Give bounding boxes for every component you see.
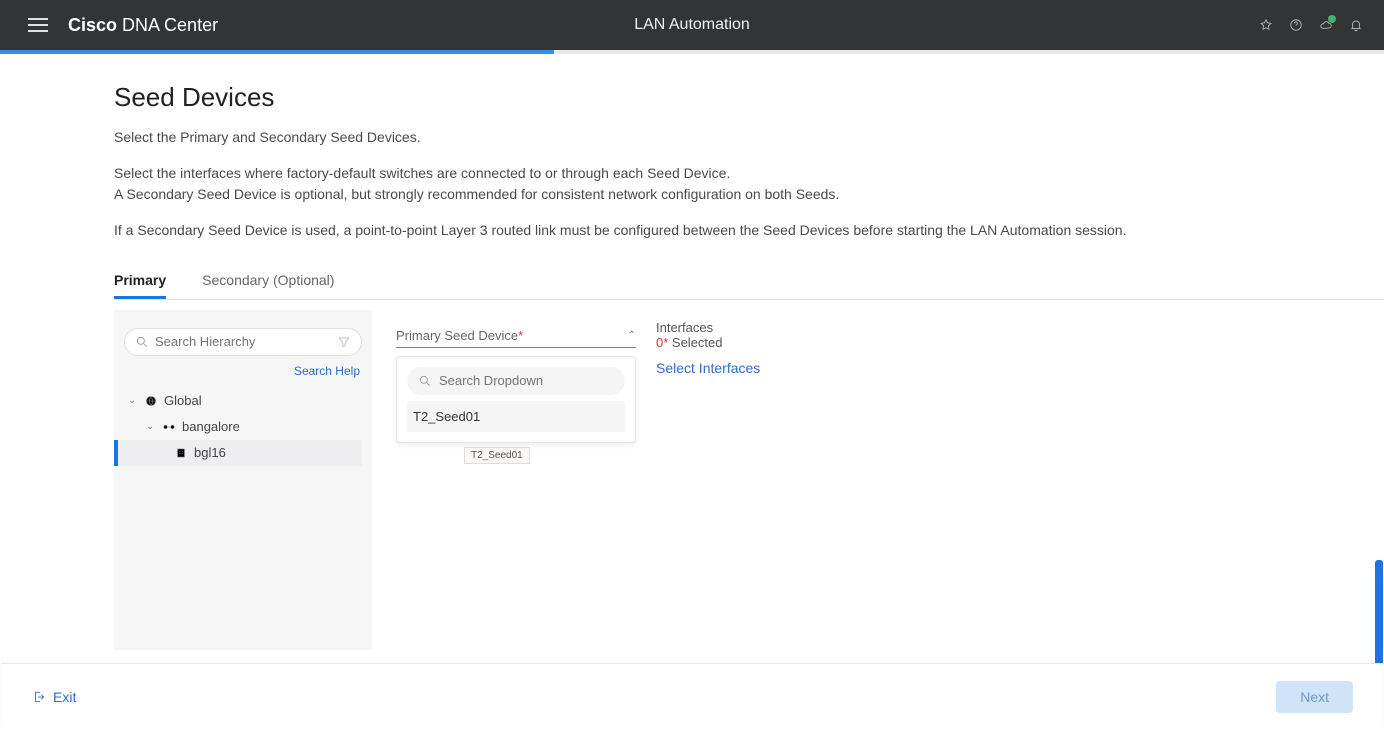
hierarchy-panel: Search Help ⌄ Global ⌄ bangalore [114,310,372,650]
hierarchy-search-input[interactable] [155,334,331,349]
scroll-indicator[interactable] [1375,560,1383,668]
exit-button[interactable]: Exit [31,689,76,705]
interfaces-count-suffix: Selected [668,335,722,350]
brand: Cisco DNA Center [68,15,218,36]
hierarchy-tree: ⌄ Global ⌄ bangalore [124,388,362,466]
tree-label: bgl16 [194,445,226,460]
chevron-down-icon: ⌄ [146,421,158,432]
dropdown-underline [396,347,636,348]
star-icon[interactable] [1258,17,1274,33]
dropdown-option-t2seed01[interactable]: T2_Seed01 [407,401,625,432]
page-heading: Seed Devices [114,82,1384,113]
tab-secondary[interactable]: Secondary (Optional) [202,264,334,299]
search-icon [417,373,433,389]
tree-label: Global [164,393,202,408]
footer: Exit Next [1,663,1383,729]
dropdown-label: Primary Seed Device [396,328,518,343]
brand-bold: Cisco [68,15,117,35]
seed-device-dropdown-panel: T2_Seed01 [396,356,636,443]
site-icon [162,420,176,434]
help-icon[interactable] [1288,17,1304,33]
interfaces-title: Interfaces [656,320,760,335]
exit-label: Exit [53,689,76,705]
main-content: Seed Devices Select the Primary and Seco… [0,54,1384,663]
filter-icon[interactable] [337,334,351,350]
next-button[interactable]: Next [1276,681,1353,713]
interfaces-count: 0* Selected [656,335,760,350]
brand-rest: DNA Center [117,15,218,35]
seed-device-dropdown-trigger[interactable]: Primary Seed Device* ⌃ [396,328,636,347]
globe-icon [144,394,158,408]
page-title: LAN Automation [634,16,750,34]
exit-icon [31,689,47,705]
dropdown-search-input[interactable] [439,373,615,388]
app-header: Cisco DNA Center LAN Automation [0,0,1384,50]
search-icon [135,334,149,350]
tree-node-bgl16[interactable]: bgl16 [114,440,362,466]
interfaces-column: Interfaces 0* Selected Select Interfaces [656,310,760,650]
required-mark: * [518,328,523,343]
header-icons [1258,17,1364,33]
tab-primary[interactable]: Primary [114,264,166,299]
building-icon [174,446,188,460]
dropdown-search[interactable] [407,367,625,395]
work-area: Search Help ⌄ Global ⌄ bangalore [114,310,1384,650]
chevron-down-icon: ⌄ [128,395,140,406]
tree-node-global[interactable]: ⌄ Global [124,388,362,414]
chevron-up-icon: ⌃ [628,330,636,341]
hierarchy-search[interactable] [124,328,362,356]
description-2: Select the interfaces where factory-defa… [114,163,1384,206]
tree-label: bangalore [182,419,240,434]
dropdown-tooltip: T2_Seed01 [464,447,530,464]
search-help-link[interactable]: Search Help [124,364,360,378]
description-1: Select the Primary and Secondary Seed De… [114,127,1384,149]
bell-icon[interactable] [1348,17,1364,33]
description-3: If a Secondary Seed Device is used, a po… [114,220,1384,242]
select-interfaces-link[interactable]: Select Interfaces [656,360,760,376]
tree-node-bangalore[interactable]: ⌄ bangalore [124,414,362,440]
tabs: Primary Secondary (Optional) [114,264,1384,300]
cloud-status-icon[interactable] [1318,17,1334,33]
seed-device-column: Primary Seed Device* ⌃ T2_Seed01 T2_Seed… [396,310,636,650]
hamburger-menu-icon[interactable] [28,15,48,35]
